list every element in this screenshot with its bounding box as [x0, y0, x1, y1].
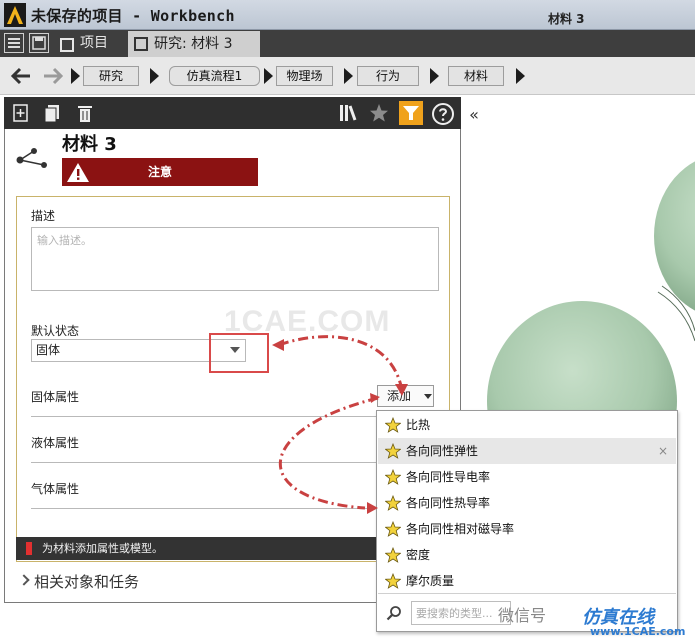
annotation-highlight-box	[209, 333, 269, 373]
status-message: 为材料添加属性或模型。	[42, 542, 163, 555]
watermark-wechat: 微信号	[498, 606, 547, 625]
star-icon[interactable]	[385, 521, 401, 537]
window-title: 未保存的项目 - Workbench	[31, 7, 235, 25]
breadcrumb: 研究 仿真流程1 物理场 行为 材料	[0, 57, 695, 95]
search-icon	[386, 606, 401, 621]
star-icon[interactable]	[368, 102, 390, 124]
material-node-icon	[14, 143, 50, 173]
breadcrumb-chevron-icon	[264, 68, 273, 84]
collapse-panel-icon[interactable]: «	[462, 97, 486, 133]
tab-project[interactable]: 项目	[56, 32, 126, 55]
warning-label: 注意	[147, 165, 172, 179]
menu-item-label: 比热	[406, 418, 431, 432]
forward-arrow-icon[interactable]	[40, 63, 66, 89]
breadcrumb-item[interactable]: 仿真流程1	[169, 66, 260, 86]
filter-icon[interactable]	[399, 101, 423, 125]
description-label: 描述	[31, 209, 56, 223]
menu-item-isotropic-relative-permeability[interactable]: 各向同性相对磁导率	[378, 516, 676, 542]
tab-bar: 项目 研究: 材料 3	[0, 30, 695, 57]
title-bar: 未保存的项目 - Workbench	[0, 0, 695, 30]
star-icon[interactable]	[385, 417, 401, 433]
breadcrumb-item[interactable]: 材料	[448, 66, 504, 86]
error-icon	[26, 542, 32, 555]
delete-icon[interactable]	[74, 102, 96, 124]
watermark-center: 1CAE.COM	[224, 305, 391, 338]
breadcrumb-item[interactable]: 物理场	[276, 66, 333, 86]
menu-item-label: 各向同性弹性	[406, 444, 479, 458]
menu-item-label: 各向同性相对磁导率	[406, 522, 515, 536]
breadcrumb-chevron-icon	[71, 68, 80, 84]
copy-icon[interactable]	[42, 102, 64, 124]
menu-item-specific-heat[interactable]: 比热	[378, 412, 676, 438]
library-icon[interactable]	[337, 102, 359, 124]
star-icon[interactable]	[385, 573, 401, 589]
star-icon[interactable]	[385, 547, 401, 563]
menu-item-label: 摩尔质量	[406, 574, 455, 588]
default-state-label: 默认状态	[31, 324, 80, 338]
related-objects-section[interactable]: 相关对象和任务	[18, 571, 139, 592]
tab-study-label: 研究: 材料 3	[154, 36, 233, 52]
menu-item-isotropic-conductivity[interactable]: 各向同性导电率	[378, 464, 676, 490]
workbench-logo-icon	[4, 3, 26, 27]
breadcrumb-item[interactable]: 行为	[357, 66, 419, 86]
add-property-menu: 比热 各向同性弹性 × 各向同性导电率 各向同性热导率 各向同性相对磁导率 密度…	[376, 410, 678, 632]
related-section-label: 相关对象和任务	[34, 573, 140, 591]
menu-item-isotropic-elasticity[interactable]: 各向同性弹性 ×	[378, 438, 676, 464]
menu-item-label: 密度	[406, 548, 431, 562]
menu-item-label: 各向同性导电率	[406, 470, 491, 484]
menu-item-density[interactable]: 密度	[378, 542, 676, 568]
back-arrow-icon[interactable]	[8, 63, 34, 89]
star-icon[interactable]	[385, 443, 401, 459]
warning-banner[interactable]: 注意	[62, 158, 258, 186]
tab-project-label: 项目	[80, 35, 108, 51]
menu-search-input[interactable]	[411, 601, 511, 625]
panel-toolbar	[4, 97, 461, 129]
breadcrumb-current: 材料 3	[548, 12, 585, 26]
menu-item-isotropic-thermal-conductivity[interactable]: 各向同性热导率	[378, 490, 676, 516]
breadcrumb-item[interactable]: 研究	[83, 66, 139, 86]
liquid-properties-label: 液体属性	[31, 436, 80, 450]
gas-properties-label: 气体属性	[31, 482, 80, 496]
watermark-url: www.1CAE.com	[590, 625, 686, 638]
star-icon[interactable]	[385, 495, 401, 511]
warning-icon	[66, 161, 90, 183]
tab-study[interactable]: 研究: 材料 3	[128, 31, 260, 57]
menu-icon[interactable]	[4, 33, 24, 53]
breadcrumb-chevron-icon	[344, 68, 353, 84]
breadcrumb-chevron-icon	[430, 68, 439, 84]
project-icon	[60, 38, 74, 52]
breadcrumb-chevron-icon	[150, 68, 159, 84]
menu-item-molar-mass[interactable]: 摩尔质量	[378, 568, 676, 594]
caret-down-icon	[424, 394, 432, 399]
close-icon[interactable]: ×	[658, 438, 668, 464]
save-icon[interactable]	[29, 33, 49, 53]
page-title: 材料 3	[62, 134, 117, 155]
solid-properties-label: 固体属性	[31, 390, 80, 404]
menu-item-label: 各向同性热导率	[406, 496, 491, 510]
breadcrumb-chevron-icon	[516, 68, 525, 84]
star-icon[interactable]	[385, 469, 401, 485]
description-input[interactable]	[31, 227, 439, 291]
new-item-icon[interactable]	[10, 102, 32, 124]
help-icon[interactable]	[431, 102, 454, 125]
study-icon	[134, 37, 148, 51]
